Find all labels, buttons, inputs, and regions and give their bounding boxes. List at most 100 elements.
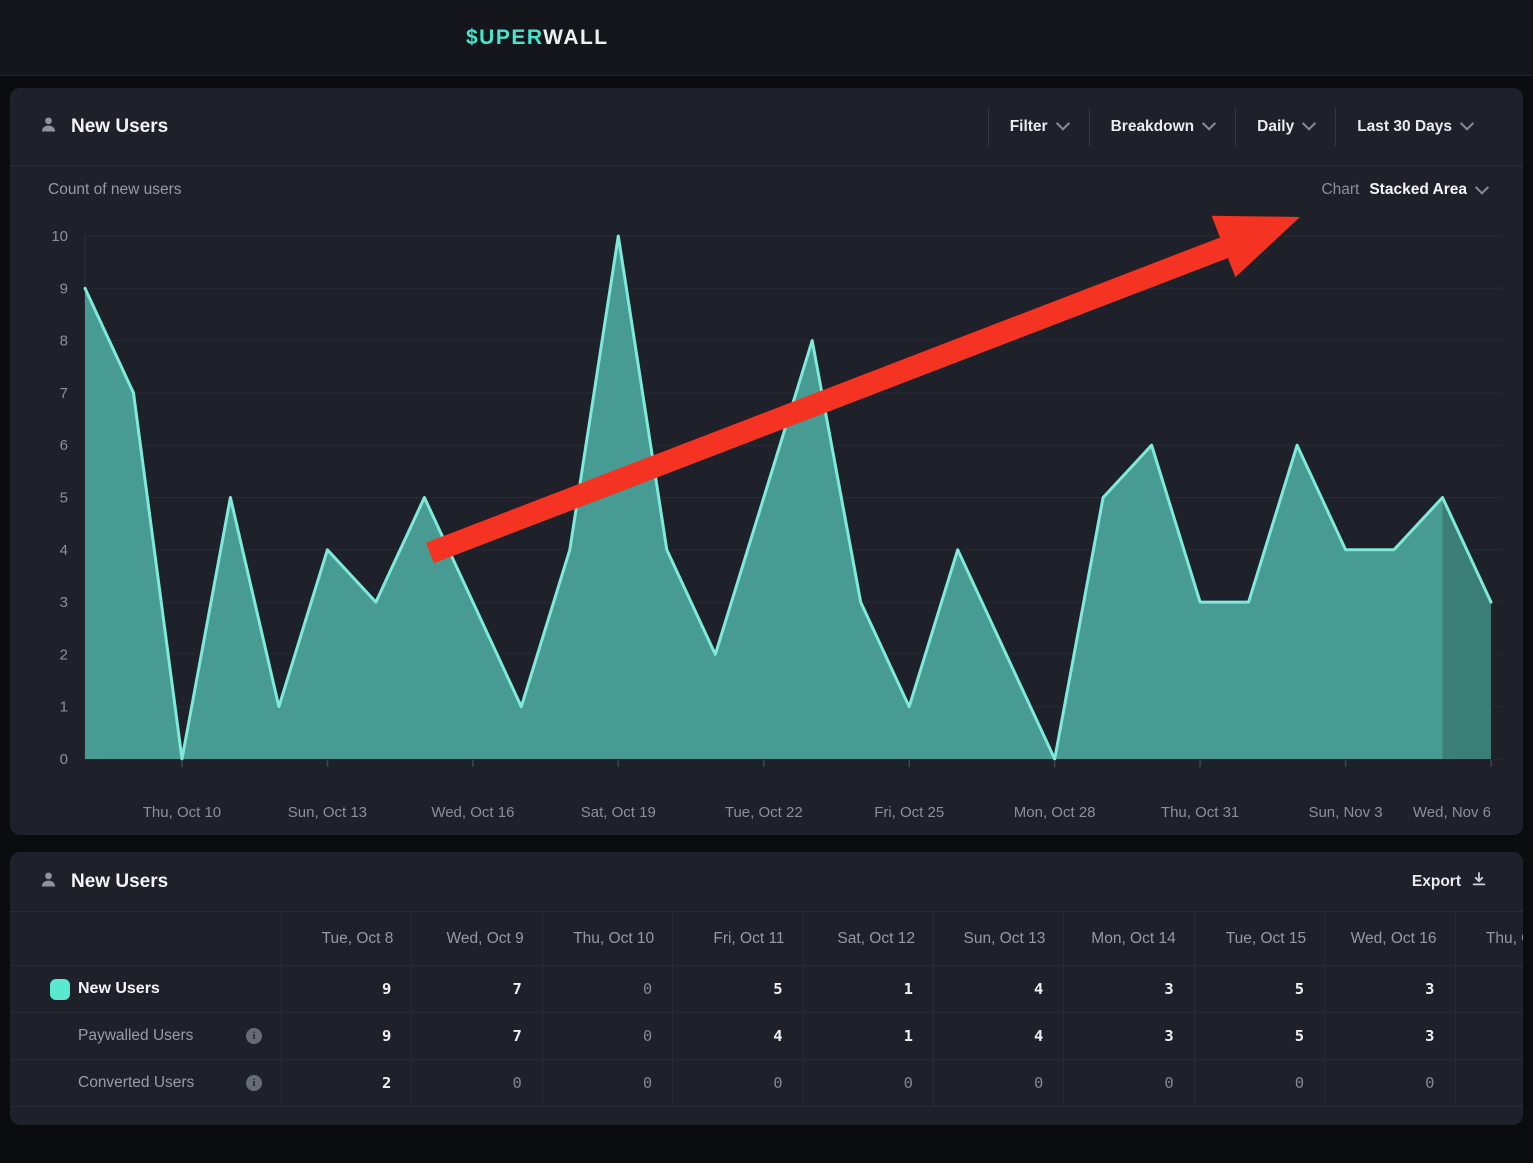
chevron-down-icon (1302, 117, 1316, 131)
export-label: Export (1412, 873, 1461, 891)
y-axis-label: 3 (60, 594, 68, 611)
column-header: Tue, Oct 15 (1194, 912, 1324, 966)
table-cell: 9 (281, 966, 411, 1013)
table-corner-cell (10, 912, 281, 966)
y-axis-label: 2 (60, 646, 68, 663)
chart-subheader: Count of new users Chart Stacked Area (10, 166, 1523, 214)
x-axis-label: Sun, Nov 3 (1308, 804, 1382, 821)
x-axis-label: Thu, Oct 31 (1161, 804, 1239, 821)
chart-card-title: New Users (71, 116, 168, 138)
y-axis-label: 7 (60, 385, 68, 402)
control-last-30-days[interactable]: Last 30 Days (1336, 88, 1493, 165)
table-cell: 4 (672, 1013, 802, 1060)
table-card-header: New Users Export (10, 852, 1523, 912)
row-label-converted-users: Converted Users i (10, 1060, 281, 1107)
table-cell (1455, 966, 1523, 1013)
table-cell: 0 (542, 966, 672, 1013)
chart-controls: Filter Breakdown Daily Last 30 Days (988, 88, 1493, 165)
table-cell: 9 (281, 1013, 411, 1060)
data-table: Tue, Oct 8Wed, Oct 9Thu, Oct 10Fri, Oct … (10, 912, 1523, 1107)
area-chart-plot: 0 1 2 3 4 5 6 7 8 9 10 Thu, Oct 10 Sun, Oct 13 Wed, O… (10, 214, 1523, 835)
export-button[interactable]: Export (1406, 870, 1493, 893)
column-header: Tue, Oct 8 (281, 912, 411, 966)
person-icon (40, 871, 57, 893)
control-daily[interactable]: Daily (1236, 88, 1335, 165)
row-label-text: Paywalled Users (78, 1027, 193, 1045)
top-navigation-bar: $UPERWALL (0, 0, 1533, 76)
chevron-down-icon (1202, 117, 1216, 131)
table-cell: 2 (281, 1060, 411, 1107)
column-header: Fri, Oct 11 (672, 912, 802, 966)
column-header: Sat, Oct 12 (803, 912, 933, 966)
x-axis-label: Tue, Oct 22 (725, 804, 803, 821)
info-icon[interactable]: i (246, 1075, 262, 1091)
table-cell: 1 (803, 966, 933, 1013)
y-axis-label: 9 (60, 280, 68, 297)
table-cell: 3 (1324, 966, 1454, 1013)
table-cell: 0 (1194, 1060, 1324, 1107)
metric-label: Count of new users (48, 181, 182, 199)
column-header: Thu, Oct 17 (1455, 912, 1523, 966)
chevron-down-icon (1460, 117, 1474, 131)
table-cell: 4 (933, 966, 1063, 1013)
download-icon (1471, 871, 1487, 892)
chart-type-label: Chart (1321, 181, 1359, 199)
y-axis-label: 6 (60, 437, 68, 454)
control-label: Filter (1010, 118, 1048, 136)
table-cell (1455, 1060, 1523, 1107)
table-cell: 0 (1063, 1060, 1193, 1107)
control-filter[interactable]: Filter (989, 88, 1089, 165)
column-header: Wed, Oct 16 (1324, 912, 1454, 966)
series-swatch (50, 979, 70, 1000)
chevron-down-icon (1475, 180, 1489, 194)
row-label-paywalled-users: Paywalled Users i (10, 1013, 281, 1060)
x-axis-label: Sun, Oct 13 (288, 804, 367, 821)
chevron-down-icon (1056, 117, 1070, 131)
control-breakdown[interactable]: Breakdown (1090, 88, 1236, 165)
table-cell: 5 (1194, 966, 1324, 1013)
x-axis-label: Wed, Oct 16 (431, 804, 514, 821)
logo-primary: $UPER (466, 26, 543, 49)
control-label: Breakdown (1111, 118, 1195, 136)
y-axis-label: 8 (60, 333, 68, 350)
table-cell: 7 (411, 966, 541, 1013)
control-label: Last 30 Days (1357, 118, 1452, 136)
table-cell: 0 (1324, 1060, 1454, 1107)
area-last-segment (1443, 498, 1492, 760)
chart-type-selector[interactable]: Chart Stacked Area (1315, 180, 1493, 200)
new-users-chart-card: New Users Filter Breakdown Daily Last 30 Da… (10, 88, 1523, 835)
table-cell: 4 (933, 1013, 1063, 1060)
y-axis-label: 0 (60, 751, 68, 768)
table-cell: 5 (672, 966, 802, 1013)
row-label-text: New Users (78, 980, 160, 998)
chart-card-header: New Users Filter Breakdown Daily Last 30 Da… (10, 88, 1523, 166)
table-cell: 0 (933, 1060, 1063, 1107)
y-axis-label: 10 (51, 228, 68, 245)
table-cell: 3 (1063, 1013, 1193, 1060)
control-label: Daily (1257, 118, 1294, 136)
x-axis-label: Sat, Oct 19 (581, 804, 656, 821)
table-cell: 1 (803, 1013, 933, 1060)
x-axis-label: Mon, Oct 28 (1014, 804, 1096, 821)
row-label-new-users: New Users (10, 966, 281, 1013)
person-icon (40, 116, 57, 138)
column-header: Mon, Oct 14 (1063, 912, 1193, 966)
table-cell: 0 (542, 1013, 672, 1060)
y-axis-label: 4 (60, 542, 68, 559)
table-cell: 0 (672, 1060, 802, 1107)
info-icon[interactable]: i (246, 1028, 262, 1044)
y-axis-label: 5 (60, 490, 68, 507)
table-cell: 3 (1324, 1013, 1454, 1060)
table-cell: 0 (803, 1060, 933, 1107)
x-axis-label: Wed, Nov 6 (1413, 804, 1491, 821)
logo-secondary: WALL (543, 26, 608, 49)
table-cell (1455, 1013, 1523, 1060)
table-cell: 5 (1194, 1013, 1324, 1060)
table-card-title: New Users (71, 871, 168, 893)
table-cell: 3 (1063, 966, 1193, 1013)
y-axis-label: 1 (60, 699, 68, 716)
x-axis-label: Thu, Oct 10 (143, 804, 221, 821)
column-header: Thu, Oct 10 (542, 912, 672, 966)
x-axis-label: Fri, Oct 25 (874, 804, 944, 821)
row-label-text: Converted Users (78, 1074, 194, 1092)
